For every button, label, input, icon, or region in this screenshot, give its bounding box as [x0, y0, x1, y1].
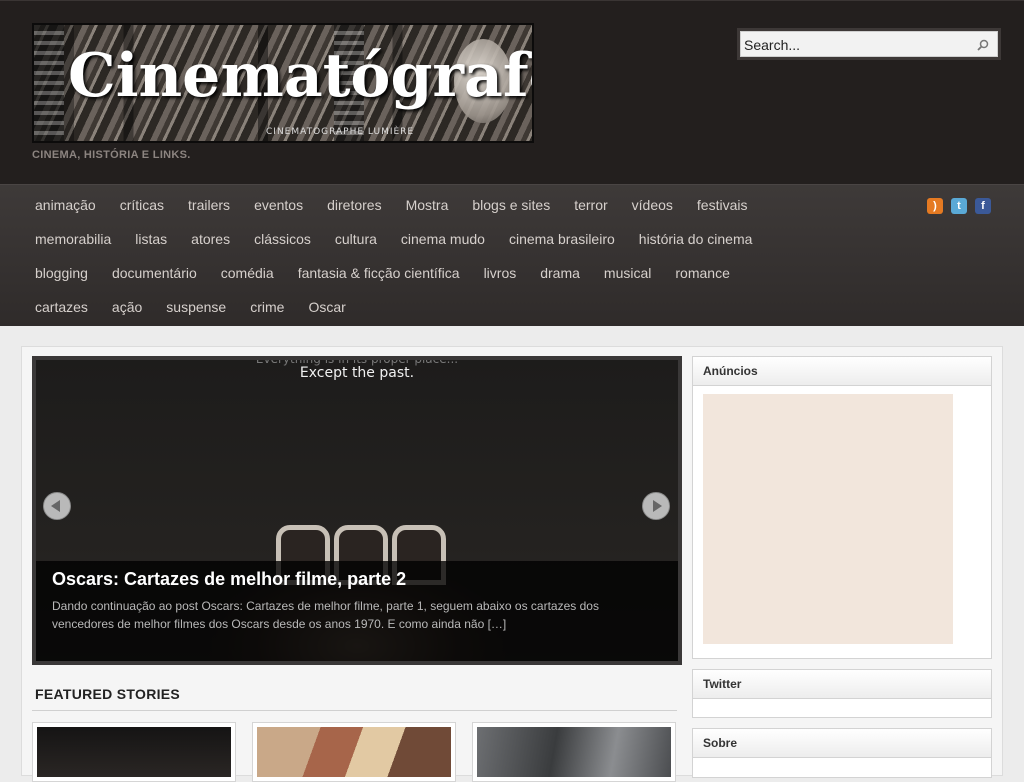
nav-item[interactable]: blogging	[23, 256, 100, 290]
search-input[interactable]	[744, 35, 972, 55]
nav-item[interactable]: musical	[592, 256, 663, 290]
nav-item[interactable]: crime	[238, 290, 296, 324]
nav-item[interactable]: fantasia & ficção científica	[286, 256, 472, 290]
nav-item[interactable]: blogs e sites	[460, 188, 562, 222]
nav-item[interactable]: festivais	[685, 188, 760, 222]
filmstrip-decoration	[34, 25, 64, 141]
nav-row: cartazes ação suspense crime Oscar	[23, 290, 358, 324]
featured-slider[interactable]: Everything is in its proper place... Exc…	[32, 356, 682, 665]
logo-caption: CINEMATOGRAPHE LUMIÈRE	[266, 127, 415, 137]
featured-stories-heading: FEATURED STORIES	[35, 686, 181, 702]
featured-story-thumbnail[interactable]	[32, 722, 236, 782]
nav-item[interactable]: animação	[23, 188, 108, 222]
slider-next-arrow-icon[interactable]	[642, 492, 670, 520]
nav-item[interactable]: vídeos	[620, 188, 685, 222]
nav-item[interactable]: ação	[100, 290, 154, 324]
nav-item[interactable]: romance	[663, 256, 741, 290]
twitter-widget: Twitter	[692, 669, 992, 718]
nav-item[interactable]: atores	[179, 222, 242, 256]
nav-item[interactable]: listas	[123, 222, 179, 256]
facebook-icon[interactable]: f	[975, 198, 991, 214]
nav-item[interactable]: terror	[562, 188, 619, 222]
nav-item[interactable]: cultura	[323, 222, 389, 256]
poster-text: Except the past.	[299, 365, 415, 381]
featured-story-thumbnail[interactable]	[472, 722, 676, 782]
nav-row: memorabilia listas atores clássicos cultura c…	[23, 222, 764, 256]
rss-icon[interactable]: )	[927, 198, 943, 214]
nav-row: animação críticas trailers eventos diretores…	[23, 188, 759, 222]
twitter-widget-title: Twitter	[693, 670, 991, 699]
twitter-icon[interactable]: t	[951, 198, 967, 214]
nav-item[interactable]: drama	[528, 256, 592, 290]
nav-item[interactable]: Oscar	[296, 290, 357, 324]
slide-caption: Oscars: Cartazes de melhor filme, parte …	[36, 561, 678, 661]
nav-item[interactable]: trailers	[176, 188, 242, 222]
divider	[32, 710, 677, 711]
nav-item[interactable]: história do cinema	[627, 222, 765, 256]
nav-item[interactable]: cinema brasileiro	[497, 222, 627, 256]
about-widget-title: Sobre	[693, 729, 991, 758]
nav-item[interactable]: diretores	[315, 188, 393, 222]
nav-item[interactable]: comédia	[209, 256, 286, 290]
nav-item[interactable]: suspense	[154, 290, 238, 324]
featured-story-thumbnail[interactable]	[252, 722, 456, 782]
nav-item[interactable]: eventos	[242, 188, 315, 222]
slide-title-link[interactable]: Oscars: Cartazes de melhor filme, parte …	[52, 569, 406, 590]
ads-widget: Anúncios	[692, 356, 992, 659]
search-icon[interactable]	[976, 38, 990, 52]
site-logo[interactable]: Cinematógrafo CINEMATOGRAPHE LUMIÈRE	[32, 23, 534, 143]
category-navigation: animação críticas trailers eventos diretores…	[0, 184, 1024, 326]
search-box	[737, 28, 1001, 60]
nav-item[interactable]: documentário	[100, 256, 209, 290]
social-links: ) t f	[927, 198, 991, 214]
site-header: Cinematógrafo CINEMATOGRAPHE LUMIÈRE CIN…	[0, 0, 1024, 184]
nav-item[interactable]: cinema mudo	[389, 222, 497, 256]
site-tagline: CINEMA, HISTÓRIA E LINKS.	[32, 149, 191, 161]
slide-excerpt: Dando continuação ao post Oscars: Cartaz…	[52, 599, 599, 631]
nav-item[interactable]: memorabilia	[23, 222, 123, 256]
ads-widget-title: Anúncios	[693, 357, 991, 386]
slider-prev-arrow-icon[interactable]	[43, 492, 71, 520]
nav-item[interactable]: Mostra	[394, 188, 461, 222]
about-widget: Sobre	[692, 728, 992, 778]
nav-item[interactable]: clássicos	[242, 222, 323, 256]
nav-item[interactable]: cartazes	[23, 290, 100, 324]
ad-placeholder[interactable]	[703, 394, 953, 644]
nav-item[interactable]: livros	[472, 256, 529, 290]
logo-title: Cinematógrafo	[68, 41, 534, 111]
nav-row: blogging documentário comédia fantasia & fi…	[23, 256, 742, 290]
nav-item[interactable]: críticas	[108, 188, 176, 222]
